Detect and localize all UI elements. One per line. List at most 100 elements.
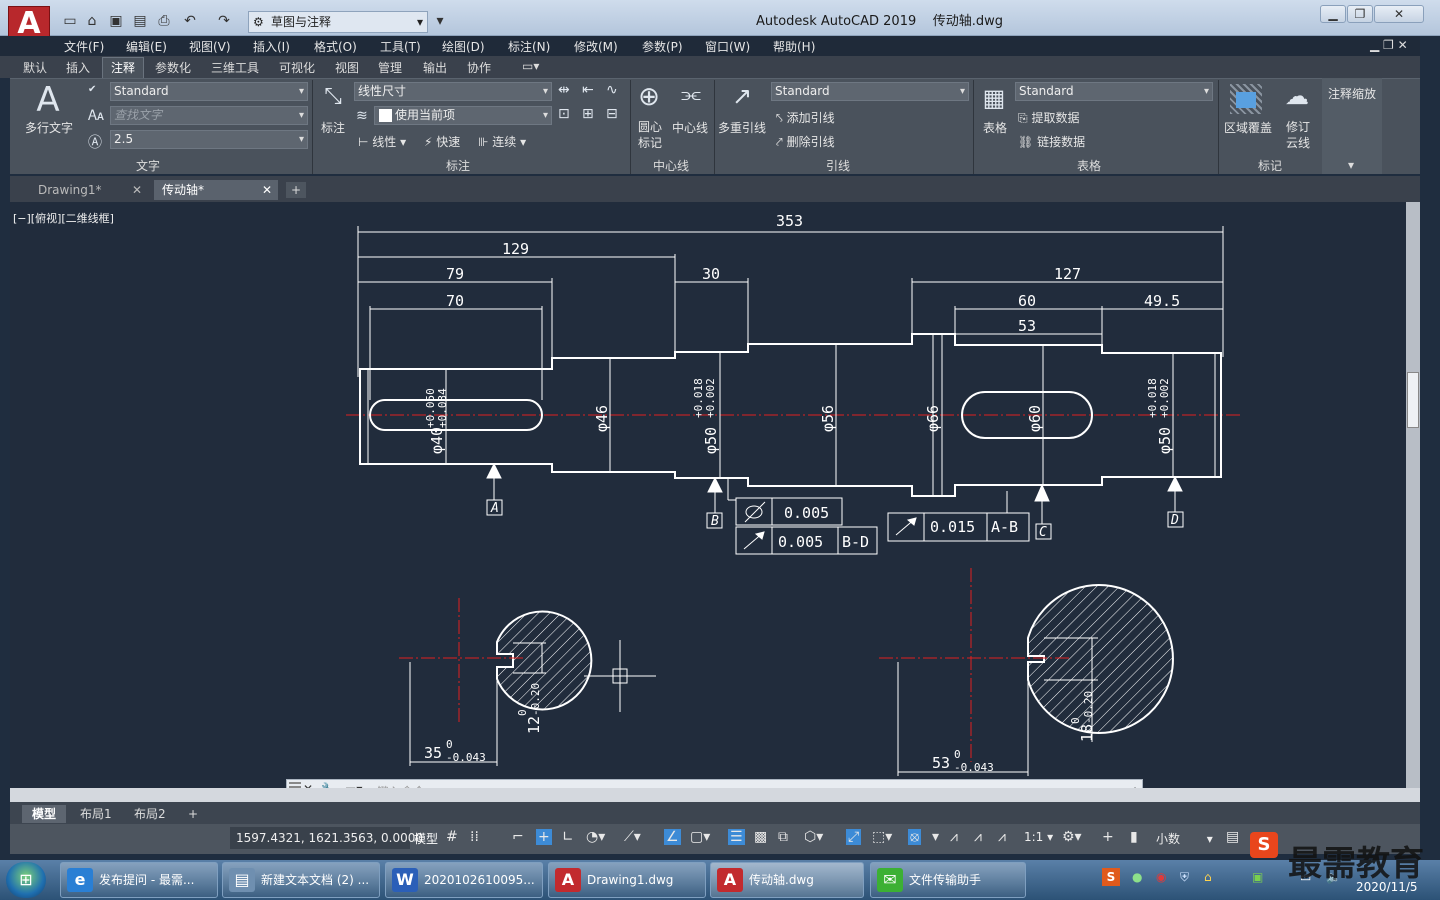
text-style-combo[interactable]: Standard [110, 82, 308, 101]
dim-style-combo[interactable]: 线性尺寸 [354, 82, 552, 101]
cad-drawing[interactable]: 353 129 79 70 30 127 60 49.5 53 φ40 +0.0… [10, 202, 1406, 788]
dim-tool-icon-3[interactable]: ∿ [606, 82, 618, 98]
dynamic-ucs-icon[interactable]: ⤢ [846, 829, 862, 845]
dimension-label[interactable]: 标注 [321, 119, 345, 136]
snap-icon[interactable]: ⁞⁞ [470, 829, 479, 845]
menu-insert[interactable]: 插入(I) [253, 38, 290, 55]
maximize-button[interactable]: ❐ [1347, 5, 1373, 23]
undo-icon[interactable]: ↶ [180, 12, 200, 30]
workspace-gear-icon[interactable]: ⚙▾ [1062, 829, 1082, 845]
tab-visualize[interactable]: 可视化 [279, 59, 315, 76]
doc-window-controls[interactable]: ▁ ❐ ✕ [1370, 38, 1408, 52]
save-as-icon[interactable]: ▤ [130, 12, 150, 30]
3d-osnap-icon[interactable]: ⬡▾ [804, 829, 823, 845]
menu-window[interactable]: 窗口(W) [705, 38, 750, 55]
infer-constraints-icon[interactable]: ⌐ [512, 829, 524, 845]
minimize-button[interactable]: ▁ [1320, 5, 1346, 23]
menu-tools[interactable]: 工具(T) [380, 38, 421, 55]
menu-file[interactable]: 文件(F) [64, 38, 104, 55]
tab-3d-tools[interactable]: 三维工具 [211, 59, 259, 76]
dimension-icon[interactable]: ⤡ [318, 84, 348, 109]
panel-title-leader[interactable]: 引线 [826, 157, 850, 174]
customize-qat-icon[interactable]: ▾ [430, 12, 450, 30]
tab-insert[interactable]: 插入 [66, 59, 90, 76]
dim-quick-button[interactable]: ⚡ 快速 [424, 133, 460, 150]
dim-layer-combo[interactable]: 使用当前项 [374, 106, 552, 125]
taskbar-item-wechat[interactable]: ✉ 文件传输助手 [870, 862, 1026, 898]
menu-view[interactable]: 视图(V) [189, 38, 231, 55]
gizmo-icon[interactable]: ⦻ [908, 829, 922, 845]
sogou-ime-icon[interactable]: S [1250, 832, 1278, 858]
menu-edit[interactable]: 编辑(E) [126, 38, 167, 55]
table-icon[interactable]: ▦ [978, 84, 1010, 112]
selection-cycling-icon[interactable]: ⧉ [778, 829, 788, 845]
menu-modify[interactable]: 修改(M) [574, 38, 618, 55]
center-mark-label[interactable]: 圆心 标记 [638, 119, 668, 151]
multileader-label[interactable]: 多重引线 [718, 119, 766, 136]
add-leader-button[interactable]: ⤣ 添加引线 [776, 109, 835, 126]
mtext-label[interactable]: 多行文字 [25, 119, 73, 136]
shield-tray-icon[interactable]: ⛨ [1180, 870, 1189, 885]
redo-icon[interactable]: ↷ [214, 12, 234, 30]
object-snap-tracking-icon[interactable]: ∠ [664, 829, 681, 845]
remove-leader-button[interactable]: ⤤ 删除引线 [776, 133, 835, 150]
wechat-tray-icon[interactable]: ● [1132, 870, 1142, 884]
network-tray-icon[interactable]: ⌂ [1204, 870, 1212, 884]
dim-tool-icon-1[interactable]: ⇹ [558, 82, 570, 98]
find-text-input[interactable]: 查找文字 [110, 106, 308, 125]
close-button[interactable]: ✕ [1374, 5, 1424, 23]
auto-scale-icon[interactable]: ⩘ [974, 829, 982, 845]
link-data-button[interactable]: ⛓ 链接数据 [1018, 133, 1085, 150]
coordinate-readout[interactable]: 1597.4321, 1621.3563, 0.0000 [230, 827, 423, 849]
multileader-icon[interactable]: ↗ [724, 82, 760, 110]
leader-style-combo[interactable]: Standard [771, 82, 969, 101]
mtext-icon[interactable]: A [30, 80, 66, 120]
revcloud-label[interactable]: 修订 云线 [1286, 119, 1316, 151]
isometric-icon[interactable]: ⟋▾ [624, 829, 641, 845]
open-icon[interactable]: ⌂ [82, 12, 102, 30]
selection-filter-icon[interactable]: ⬚▾ [872, 829, 892, 845]
wipeout-label[interactable]: 区域覆盖 [1224, 119, 1272, 136]
dim-tool-icon-5[interactable]: ⊞ [582, 106, 594, 122]
units-combo[interactable]: 小数 ▾ [1156, 830, 1213, 847]
revcloud-icon[interactable]: ☁ [1282, 82, 1312, 110]
ribbon-minimize-icon[interactable]: ▭▾ [522, 59, 539, 73]
tab-layout1[interactable]: 布局1 [70, 805, 122, 823]
viewport-controls-label[interactable]: [−][俯视][二维线框] [13, 210, 114, 226]
tab-parametric[interactable]: 参数化 [155, 59, 191, 76]
taskbar-item-drawing1[interactable]: A Drawing1.dwg [548, 862, 706, 898]
grid-icon[interactable]: # [446, 829, 458, 845]
ortho-icon[interactable]: ∟ [562, 829, 574, 845]
model-space-button[interactable]: 模型 [414, 830, 438, 847]
taskbar-item-browser[interactable]: e 发布提问 - 最需... [60, 862, 218, 898]
new-tab-button[interactable]: + [286, 182, 306, 198]
centerline-label[interactable]: 中心线 [672, 119, 708, 136]
chevron-down-icon[interactable]: ▾ [932, 829, 939, 845]
dim-tool-icon-2[interactable]: ⇤ [582, 82, 594, 98]
polar-tracking-icon[interactable]: ◔▾ [586, 829, 605, 845]
annotation-visibility-icon[interactable]: ⩘ [950, 829, 958, 845]
annotation-scaling-label[interactable]: 注释缩放 [1328, 85, 1376, 102]
tab-manage[interactable]: 管理 [378, 59, 402, 76]
dim-tool-icon-6[interactable]: ⊟ [606, 106, 618, 122]
text-find-icon[interactable]: 🗛 [88, 108, 104, 124]
add-layout-button[interactable]: + [178, 805, 208, 823]
dynamic-input-icon[interactable]: + [536, 829, 552, 845]
annotation-scale-icon[interactable]: ⩘ [998, 829, 1006, 845]
tab-view[interactable]: 视图 [335, 59, 359, 76]
taskbar-item-shaft[interactable]: A 传动轴.dwg [710, 862, 864, 898]
panel-title-text[interactable]: 文字 [136, 157, 160, 174]
tab-collaborate[interactable]: 协作 [467, 59, 491, 76]
doc-tab-drawing1[interactable]: Drawing1* ✕ [30, 180, 148, 200]
spell-check-icon[interactable]: ✔ [88, 84, 96, 95]
transparency-icon[interactable]: ▩ [754, 829, 767, 845]
new-icon[interactable]: ▭ [60, 12, 80, 30]
horizontal-scrollbar[interactable] [10, 788, 1420, 802]
extract-data-button[interactable]: ⎘ 提取数据 [1018, 109, 1079, 126]
table-label[interactable]: 表格 [983, 119, 1007, 136]
menu-format[interactable]: 格式(O) [314, 38, 357, 55]
workspace-combo[interactable]: ⚙ 草图与注释 ▾ [248, 11, 428, 33]
annotation-monitor-icon[interactable]: + [1102, 829, 1114, 845]
start-button-icon[interactable]: ⊞ [6, 862, 46, 898]
lineweight-icon[interactable]: ☰ [728, 829, 745, 845]
